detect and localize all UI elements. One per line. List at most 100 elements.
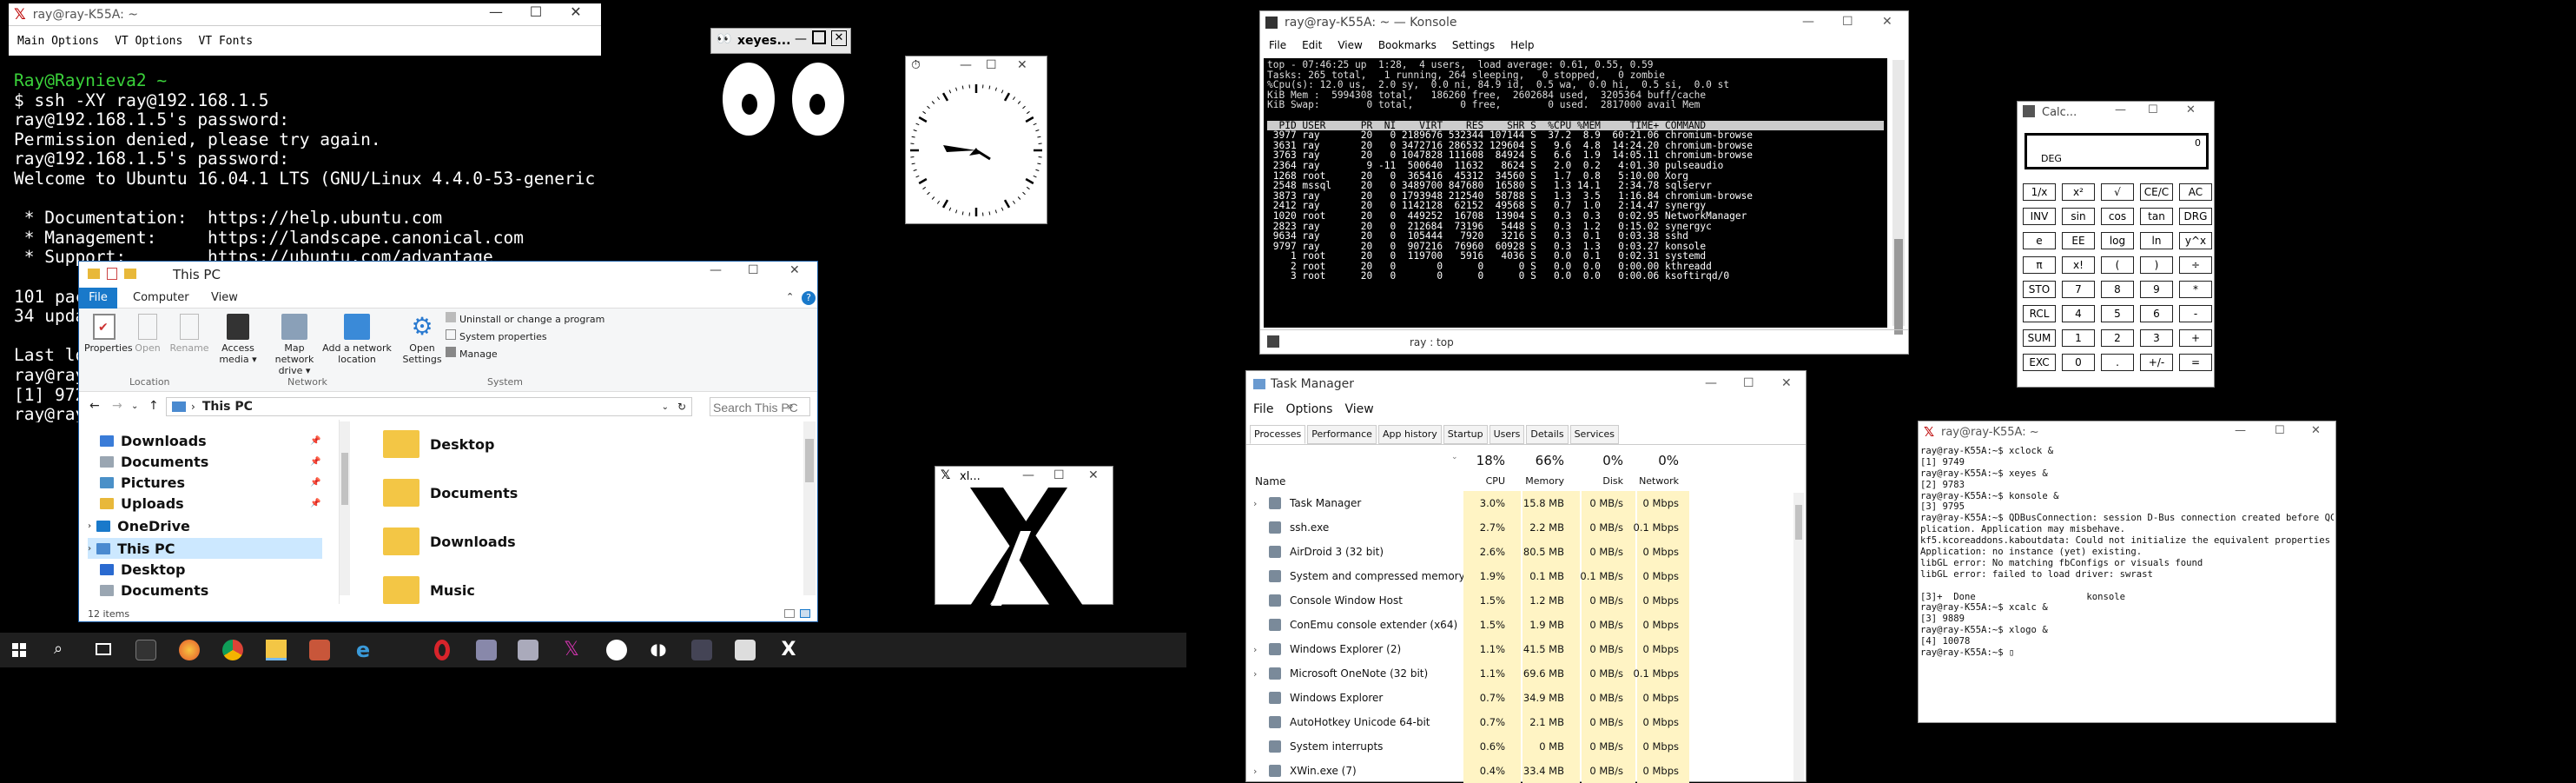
- xclock-taskbar-icon[interactable]: [606, 640, 627, 660]
- folder-item[interactable]: Documents: [383, 479, 518, 507]
- map-network-drive-button[interactable]: Map network drive ▾: [268, 314, 320, 376]
- nav-item[interactable]: Documents: [100, 580, 322, 601]
- maximize-button[interactable]: [812, 30, 826, 44]
- close-button[interactable]: ✕: [831, 30, 847, 46]
- calc-button[interactable]: π: [2023, 256, 2056, 274]
- breadcrumb-chevron-icon[interactable]: ›: [191, 401, 195, 413]
- process-row[interactable]: ›Microsoft OneNote (32 bit)1.1%69.6 MB0 …: [1246, 661, 1806, 686]
- rename-button[interactable]: Rename: [169, 314, 209, 354]
- search-icon[interactable]: ⌕: [54, 640, 63, 658]
- calc-button[interactable]: -: [2179, 305, 2212, 322]
- expand-chevron-icon[interactable]: ›: [1253, 668, 1257, 680]
- calc-button[interactable]: x²: [2062, 183, 2095, 201]
- tab-details[interactable]: Details: [1526, 425, 1568, 444]
- expand-chevron-icon[interactable]: ›: [1253, 644, 1257, 655]
- calc-button[interactable]: 1/x: [2023, 183, 2056, 201]
- back-arrow-icon[interactable]: ←: [89, 399, 100, 413]
- minimize-button[interactable]: —: [710, 263, 722, 277]
- calculator-taskbar-icon[interactable]: [735, 640, 756, 660]
- large-icons-view-icon[interactable]: [800, 609, 810, 618]
- column-cpu-percent[interactable]: 18%: [1458, 453, 1505, 468]
- column-disk-percent[interactable]: 0%: [1576, 453, 1623, 468]
- maximize-button[interactable]: ☐: [748, 263, 759, 277]
- nav-scrollbar[interactable]: [340, 421, 350, 595]
- close-button[interactable]: ✕: [1017, 58, 1027, 72]
- tab-computer[interactable]: Computer: [133, 291, 189, 304]
- calc-button[interactable]: RCL: [2023, 305, 2056, 322]
- calc-button[interactable]: 1: [2062, 329, 2095, 347]
- nav-item[interactable]: Uploads📌: [100, 493, 322, 514]
- process-row[interactable]: ssh.exe2.7%2.2 MB0 MB/s0.1 Mbps: [1246, 515, 1806, 540]
- opera-icon[interactable]: [434, 640, 450, 660]
- calc-button[interactable]: y^x: [2179, 232, 2212, 249]
- close-button[interactable]: ✕: [1781, 376, 1792, 390]
- close-button[interactable]: ✕: [2311, 424, 2321, 437]
- minimize-button[interactable]: —: [960, 58, 972, 72]
- xcalc-window[interactable]: Calc... — ☐ ✕ 0 DEG 1/xx²√CE/CACINVsinco…: [2017, 101, 2215, 388]
- expand-chevron-icon[interactable]: ›: [1253, 498, 1257, 509]
- nav-item[interactable]: ›This PC: [88, 538, 322, 559]
- pin-icon[interactable]: 📌: [310, 457, 320, 467]
- xlogo-taskbar-icon[interactable]: X: [778, 640, 799, 660]
- maximize-button[interactable]: ☐: [1054, 468, 1065, 482]
- calc-button[interactable]: 8: [2101, 281, 2134, 298]
- calc-button[interactable]: ): [2140, 256, 2173, 274]
- expand-chevron-icon[interactable]: ›: [88, 544, 91, 554]
- menu-help[interactable]: Help: [1510, 39, 1534, 51]
- calc-button[interactable]: AC: [2179, 183, 2212, 201]
- remote-desktop-icon[interactable]: [518, 640, 538, 660]
- calc-button[interactable]: +: [2179, 329, 2212, 347]
- calc-button[interactable]: 9: [2140, 281, 2173, 298]
- content-scrollbar[interactable]: [803, 421, 816, 595]
- calc-button[interactable]: EE: [2062, 232, 2095, 249]
- process-row[interactable]: AirDroid 3 (32 bit)2.6%80.5 MB0 MB/s0 Mb…: [1246, 540, 1806, 564]
- tab-view[interactable]: View: [211, 291, 238, 304]
- calc-button[interactable]: .: [2101, 354, 2134, 371]
- maximize-button[interactable]: ☐: [2275, 424, 2285, 437]
- menu-vt-options[interactable]: VT Options: [115, 35, 182, 48]
- up-arrow-icon[interactable]: ↑: [149, 399, 159, 413]
- menu-view[interactable]: View: [1344, 402, 1373, 416]
- calc-button[interactable]: ÷: [2179, 256, 2212, 274]
- access-media-button[interactable]: Access media ▾: [218, 314, 258, 365]
- menu-options[interactable]: Options: [1285, 402, 1332, 416]
- close-button[interactable]: ✕: [1882, 15, 1892, 29]
- xeyes-taskbar-icon[interactable]: ◖◗: [648, 640, 669, 660]
- calc-button[interactable]: 5: [2101, 305, 2134, 322]
- process-row[interactable]: Windows Explorer0.7%34.9 MB0 MB/s0 Mbps: [1246, 686, 1806, 710]
- uninstall-program-link[interactable]: Uninstall or change a program: [446, 312, 604, 325]
- maximize-button[interactable]: ☐: [1842, 15, 1853, 29]
- minimize-button[interactable]: —: [2115, 103, 2126, 116]
- tab-performance[interactable]: Performance: [1307, 425, 1377, 444]
- process-row[interactable]: ConEmu console extender (x64)1.5%1.9 MB0…: [1246, 613, 1806, 637]
- process-row[interactable]: ›Windows Explorer (2)1.1%41.5 MB0 MB/s0 …: [1246, 637, 1806, 661]
- sort-chevron-icon[interactable]: ⌄: [1451, 453, 1458, 461]
- forward-arrow-icon[interactable]: →: [112, 399, 122, 413]
- minimize-button[interactable]: —: [1705, 376, 1717, 390]
- session-tab[interactable]: ray : top: [1410, 336, 1454, 348]
- cmd-app-icon[interactable]: [135, 640, 156, 660]
- file-explorer-window[interactable]: This PC — ☐ ✕ File Computer View ⌃ ? ✔ P…: [78, 261, 818, 622]
- address-dropdown-icon[interactable]: ⌄: [662, 402, 669, 412]
- calc-button[interactable]: EXC: [2023, 354, 2056, 371]
- calc-button[interactable]: (: [2101, 256, 2134, 274]
- tab-startup[interactable]: Startup: [1443, 425, 1488, 444]
- konsole-scrollbar[interactable]: [1892, 60, 1905, 326]
- xclock-window[interactable]: ⏱ — ☐ ✕: [905, 56, 1047, 224]
- tab-services[interactable]: Services: [1570, 425, 1619, 444]
- calc-button[interactable]: ln: [2140, 232, 2173, 249]
- terminal-window[interactable]: 𝕏 ray@ray-K55A: ~ — ☐ ✕ ray@ray-K55A:~$ …: [1918, 421, 2336, 723]
- column-network-percent[interactable]: 0%: [1632, 453, 1679, 468]
- calc-button[interactable]: e: [2023, 232, 2056, 249]
- tab-app-history[interactable]: App history: [1378, 425, 1442, 444]
- expand-chevron-icon[interactable]: ›: [1253, 766, 1257, 777]
- properties-button[interactable]: ✔ Properties: [84, 314, 124, 354]
- new-folder-qa-icon[interactable]: [124, 269, 136, 279]
- xeyes-window-titlebar[interactable]: 👀 xeyes... — ✕: [710, 28, 851, 54]
- nav-item[interactable]: ›OneDrive: [88, 515, 322, 536]
- address-bar[interactable]: › This PC ⌄ ↻: [166, 397, 692, 416]
- minimize-button[interactable]: —: [1802, 15, 1814, 29]
- collapse-ribbon-icon[interactable]: ⌃: [786, 291, 794, 302]
- photos-app-icon[interactable]: [309, 640, 330, 660]
- calc-button[interactable]: x!: [2062, 256, 2095, 274]
